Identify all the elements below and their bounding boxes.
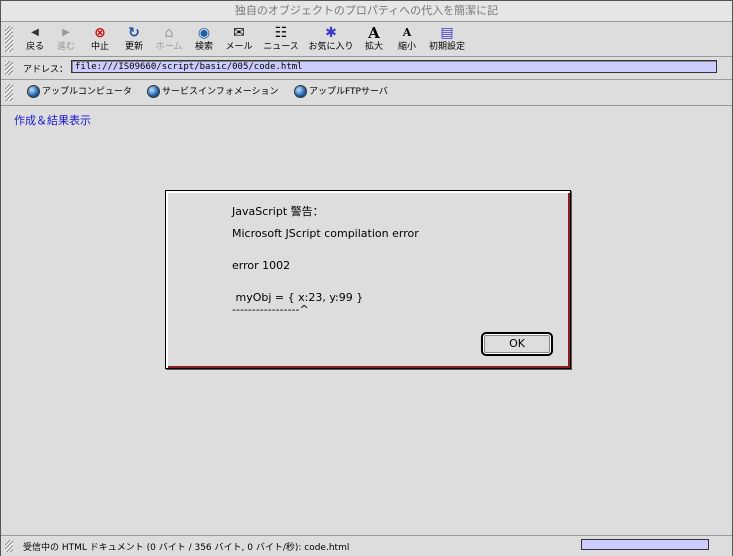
browser-window: 独自のオブジェクトのプロパティへの代入を簡潔に記 ◀ 戻る ▶ 進む ⊗ 中止 …	[0, 0, 733, 556]
forward-button-label: 進む	[56, 42, 75, 52]
link-service-information[interactable]: サービスインフォメーション	[147, 85, 279, 99]
shrink-text-button[interactable]: A 縮小	[395, 24, 419, 54]
link-apple-ftp-server-label: アップルFTPサーバ	[309, 87, 388, 97]
home-button[interactable]: ⌂ ホーム	[153, 24, 185, 54]
globe-icon	[27, 85, 40, 98]
alert-error-source: Microsoft JScript compilation error	[232, 227, 419, 240]
links-bar-grip[interactable]	[5, 84, 13, 101]
toolbar-grip[interactable]	[5, 26, 13, 52]
favorites-icon: ✱	[325, 25, 337, 41]
shrink-text-icon: A	[402, 26, 412, 39]
create-and-show-result-link[interactable]: 作成＆結果表示	[14, 114, 91, 128]
mail-button[interactable]: ✉ メール	[223, 24, 255, 54]
globe-icon	[294, 85, 307, 98]
favorites-button[interactable]: ✱ お気に入り	[307, 24, 355, 54]
back-arrow-icon: ◀	[31, 27, 39, 38]
favorites-button-label: お気に入り	[308, 42, 354, 52]
search-button-label: 検索	[194, 42, 213, 52]
preferences-button[interactable]: ▤ 初期設定	[427, 24, 467, 54]
progress-bar	[581, 539, 709, 550]
mail-button-label: メール	[225, 42, 253, 52]
forward-button[interactable]: ▶ 進む	[53, 24, 79, 54]
home-button-label: ホーム	[155, 42, 183, 52]
address-label: アドレス：	[23, 65, 69, 75]
alert-error-pointer: -----------------^	[232, 303, 309, 316]
news-button-label: ニュース	[263, 42, 299, 52]
forward-arrow-icon: ▶	[62, 27, 70, 38]
alert-title: JavaScript 警告：	[232, 205, 324, 218]
javascript-alert-dialog: JavaScript 警告： Microsoft JScript compila…	[165, 190, 571, 369]
enlarge-text-button[interactable]: A 拡大	[362, 24, 386, 54]
reload-icon: ↻	[128, 25, 140, 41]
back-button[interactable]: ◀ 戻る	[23, 24, 47, 54]
ok-button[interactable]: OK	[481, 332, 553, 356]
reload-button-label: 更新	[124, 42, 143, 52]
address-bar: アドレス： file:///IS09660/script/basic/005/c…	[1, 57, 732, 80]
reload-button[interactable]: ↻ 更新	[121, 24, 147, 54]
mail-icon: ✉	[233, 25, 245, 41]
news-button[interactable]: ☷ ニュース	[262, 24, 300, 54]
preferences-icon: ▤	[440, 25, 454, 41]
globe-icon	[147, 85, 160, 98]
stop-button-label: 中止	[90, 42, 109, 52]
address-input[interactable]: file:///IS09660/script/basic/005/code.ht…	[71, 60, 717, 73]
search-button[interactable]: ◉ 検索	[192, 24, 216, 54]
stop-icon: ⊗	[94, 25, 106, 41]
search-icon: ◉	[197, 25, 211, 41]
enlarge-text-icon: A	[368, 24, 380, 42]
status-bar-grip	[5, 540, 13, 552]
back-button-label: 戻る	[25, 42, 44, 52]
preferences-button-label: 初期設定	[428, 42, 465, 52]
status-bar: 受信中の HTML ドキュメント (0 バイト / 356 バイト, 0 バイト…	[1, 535, 732, 556]
shrink-text-label: 縮小	[397, 42, 416, 52]
toolbar: ◀ 戻る ▶ 進む ⊗ 中止 ↻ 更新 ⌂ ホーム ◉ 検索 ✉ メール ☷ ニ	[1, 22, 732, 57]
alert-error-code: error 1002	[232, 259, 291, 272]
stop-button[interactable]: ⊗ 中止	[87, 24, 113, 54]
window-title: 独自のオブジェクトのプロパティへの代入を簡潔に記	[1, 1, 732, 22]
page-content: 作成＆結果表示 JavaScript 警告： Microsoft JScript…	[1, 106, 732, 535]
news-icon: ☷	[274, 25, 288, 41]
link-apple-ftp-server[interactable]: アップルFTPサーバ	[294, 85, 388, 99]
enlarge-text-label: 拡大	[364, 42, 383, 52]
link-apple-computer[interactable]: アップルコンピュータ	[27, 85, 132, 99]
status-text: 受信中の HTML ドキュメント (0 バイト / 356 バイト, 0 バイト…	[23, 543, 350, 553]
links-bar: アップルコンピュータ サービスインフォメーション アップルFTPサーバ	[1, 80, 732, 106]
link-apple-computer-label: アップルコンピュータ	[42, 87, 132, 97]
home-icon: ⌂	[164, 25, 174, 41]
address-bar-grip[interactable]	[5, 61, 13, 75]
link-service-information-label: サービスインフォメーション	[162, 87, 279, 97]
